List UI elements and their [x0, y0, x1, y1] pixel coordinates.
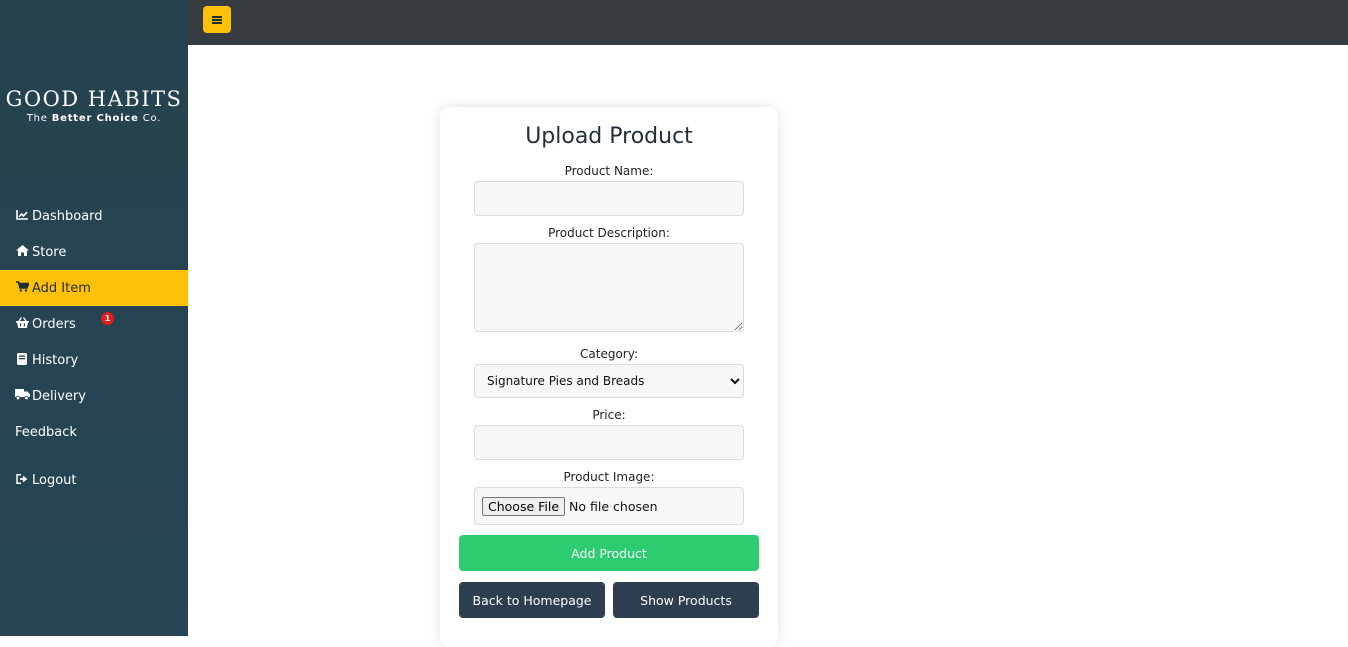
add-product-button[interactable]: Add Product [459, 535, 759, 571]
sidebar-nav: Dashboard Store Add Item Orders 1 Histor… [0, 198, 188, 498]
sidebar-item-label: Store [32, 244, 67, 260]
brand-name: GOOD HABITS [5, 87, 183, 111]
brand-tagline: The Better Choice Co. [26, 113, 162, 124]
back-to-homepage-button[interactable]: Back to Homepage [459, 582, 605, 618]
chart-line-icon [15, 209, 29, 223]
sidebar-item-history[interactable]: History [0, 342, 188, 378]
hamburger-icon [212, 15, 222, 24]
page-title: Upload Product [525, 124, 693, 149]
product-image-label: Product Image: [563, 470, 655, 484]
sidebar-item-add-item[interactable]: Add Item [0, 270, 188, 306]
sidebar-item-dashboard[interactable]: Dashboard [0, 198, 188, 234]
product-name-label: Product Name: [564, 164, 654, 178]
brand-logo: GOOD HABITS The Better Choice Co. [0, 86, 188, 126]
sidebar-item-delivery[interactable]: Delivery [0, 378, 188, 414]
sidebar-item-label: Logout [32, 472, 77, 488]
price-label: Price: [592, 408, 626, 422]
sign-out-icon [15, 473, 29, 487]
sidebar-item-store[interactable]: Store [0, 234, 188, 270]
sidebar-item-label: Feedback [15, 424, 77, 440]
book-icon [15, 352, 29, 368]
sidebar-item-label: History [32, 352, 79, 368]
cart-icon [15, 281, 30, 295]
price-input[interactable] [474, 425, 744, 460]
truck-icon [15, 389, 30, 403]
upload-product-card: Upload Product Product Name: Product Des… [440, 107, 778, 647]
sidebar-toggle-button[interactable] [203, 6, 231, 33]
orders-count-badge: 1 [101, 312, 114, 325]
sidebar-item-label: Dashboard [32, 208, 103, 224]
sidebar-item-label: Add Item [32, 280, 91, 296]
product-description-label: Product Description: [548, 226, 670, 240]
product-description-textarea[interactable] [474, 243, 744, 332]
sidebar-item-feedback[interactable]: Feedback [0, 414, 188, 450]
sidebar: GOOD HABITS The Better Choice Co. Dashbo… [0, 0, 188, 636]
sidebar-item-label: Orders [32, 316, 76, 332]
product-name-input[interactable] [474, 181, 744, 216]
top-bar [188, 0, 1348, 45]
sidebar-item-label: Delivery [32, 388, 86, 404]
show-products-button[interactable]: Show Products [613, 582, 759, 618]
home-icon [15, 245, 29, 259]
sidebar-item-orders[interactable]: Orders 1 [0, 306, 188, 342]
product-image-file-input: Choose File No file chosen [474, 487, 744, 525]
basket-icon [15, 317, 29, 331]
sidebar-item-logout[interactable]: Logout [0, 462, 188, 498]
category-select[interactable]: Signature Pies and Breads [474, 364, 744, 398]
choose-file-button[interactable]: Choose File [482, 496, 566, 516]
file-status-text: No file chosen [569, 498, 658, 514]
category-label: Category: [580, 347, 638, 361]
